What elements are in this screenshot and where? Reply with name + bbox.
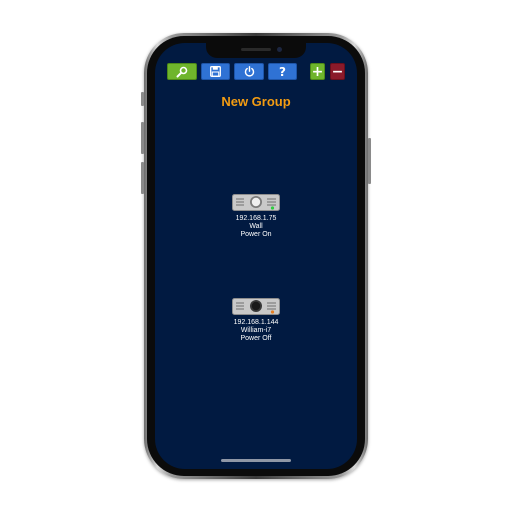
side-power-button (368, 138, 371, 184)
add-device-button[interactable]: + (310, 63, 325, 80)
device-name: Wall (249, 223, 263, 230)
device-ip: 192.168.1.144 (233, 319, 279, 326)
device-status: Power Off (240, 335, 272, 342)
home-indicator[interactable] (221, 459, 291, 462)
device-name: William-i7 (240, 327, 272, 334)
power-icon (244, 66, 254, 77)
floppy-disk-icon (210, 66, 221, 77)
device-item-william-i7[interactable]: 192.168.1.144 William-i7 Power Off (206, 298, 306, 343)
wrench-icon (176, 66, 188, 77)
projector-icon (232, 298, 280, 315)
remove-label: − (331, 63, 344, 80)
power-status-led (270, 310, 275, 314)
power-status-led (270, 206, 275, 210)
remove-device-button[interactable]: − (330, 63, 345, 80)
notch (206, 43, 306, 58)
device-ip: 192.168.1.75 (235, 215, 277, 222)
mute-switch (141, 92, 144, 106)
device-status: Power On (240, 231, 272, 238)
front-camera (277, 47, 282, 52)
projector-icon (232, 194, 280, 211)
power-button[interactable] (234, 63, 264, 80)
group-title: New Group (221, 94, 291, 109)
save-button[interactable] (201, 63, 230, 80)
volume-down-button (141, 162, 144, 194)
speaker-grille (241, 48, 271, 51)
settings-button[interactable] (167, 63, 197, 80)
app-screen: ? + − New Group 192.168.1.75 Wall Power … (155, 43, 357, 469)
help-label: ? (279, 64, 286, 79)
volume-up-button (141, 122, 144, 154)
device-item-wall[interactable]: 192.168.1.75 Wall Power On (206, 194, 306, 239)
help-button[interactable]: ? (268, 63, 297, 80)
add-label: + (311, 63, 324, 80)
